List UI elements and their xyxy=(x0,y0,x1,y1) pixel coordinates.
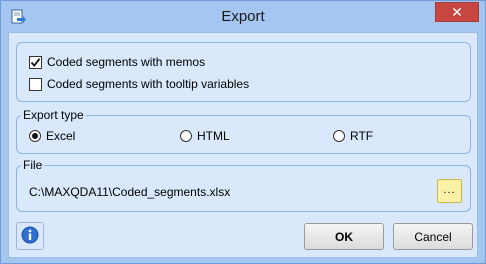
excel-radio[interactable] xyxy=(29,130,41,142)
memos-label: Coded segments with memos xyxy=(47,55,206,69)
radio-rtf[interactable]: RTF xyxy=(333,128,373,144)
memos-checkbox[interactable] xyxy=(29,55,42,69)
radio-excel[interactable]: Excel xyxy=(29,128,75,144)
title-bar[interactable]: Export ✕ xyxy=(1,1,485,33)
export-type-group: Export type Excel HTML RTF xyxy=(16,108,471,154)
tooltip-checkbox[interactable] xyxy=(29,77,42,91)
radio-html[interactable]: HTML xyxy=(180,128,230,144)
rtf-label: RTF xyxy=(350,129,374,143)
window-title: Export xyxy=(221,8,265,25)
memos-checkbox-row[interactable]: Coded segments with memos xyxy=(29,54,205,70)
ok-button[interactable]: OK xyxy=(304,223,384,250)
html-radio[interactable] xyxy=(180,130,192,142)
file-legend: File xyxy=(21,158,45,172)
file-path: C:\MAXQDA11\Coded_segments.xlsx xyxy=(29,185,231,199)
tooltip-checkbox-row[interactable]: Coded segments with tooltip variables xyxy=(29,76,249,92)
close-icon: ✕ xyxy=(451,3,463,20)
options-group: Coded segments with memos Coded segments… xyxy=(16,42,471,102)
info-icon xyxy=(21,226,39,247)
close-button[interactable]: ✕ xyxy=(435,2,479,22)
excel-label: Excel xyxy=(46,129,76,143)
file-group: File C:\MAXQDA11\Coded_segments.xlsx ... xyxy=(16,158,471,212)
export-type-legend: Export type xyxy=(21,108,86,122)
tooltip-label: Coded segments with tooltip variables xyxy=(47,77,250,91)
dialog-body: Coded segments with memos Coded segments… xyxy=(8,32,478,258)
html-label: HTML xyxy=(197,129,230,143)
info-button[interactable] xyxy=(16,222,44,250)
cancel-button[interactable]: Cancel xyxy=(393,223,473,250)
export-dialog: Export ✕ Coded segments with memos Coded… xyxy=(0,0,486,264)
rtf-radio[interactable] xyxy=(333,130,345,142)
browse-button[interactable]: ... xyxy=(437,179,462,203)
